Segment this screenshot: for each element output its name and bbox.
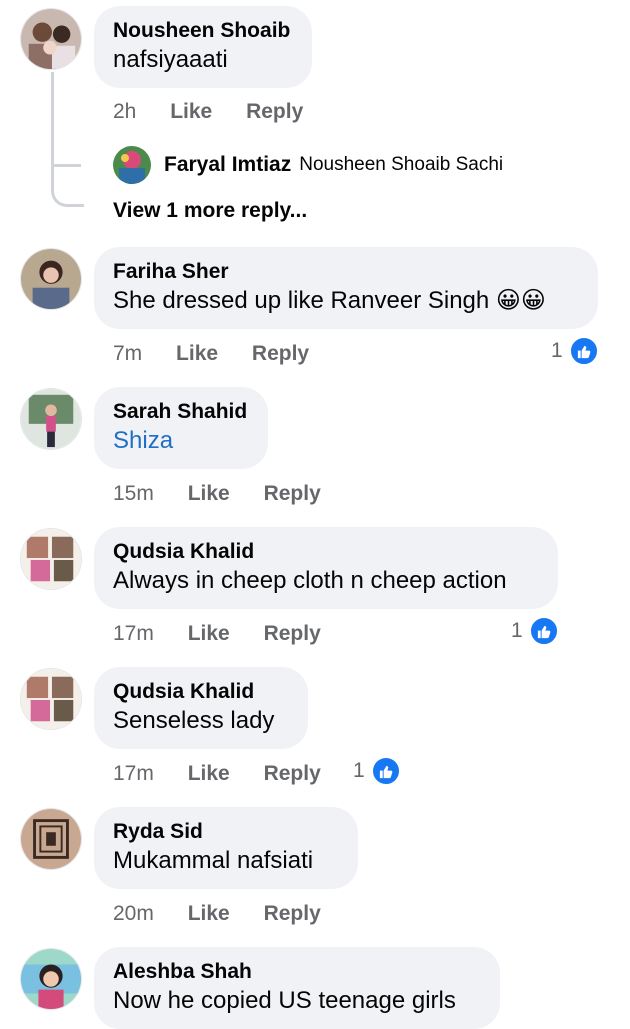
like-button[interactable]: Like	[188, 482, 230, 505]
comment-time[interactable]: 7m	[113, 342, 142, 365]
comment-text: nafsiyaaati	[113, 46, 228, 73]
like-button[interactable]: Like	[188, 762, 230, 785]
comment-author[interactable]: Ryda Sid	[113, 819, 338, 845]
comment-author[interactable]: Fariha Sher	[113, 259, 578, 285]
comment-bubble: Fariha Sher She dressed up like Ranveer …	[94, 247, 598, 329]
comment-text: Now he copied US teenage girls	[113, 987, 456, 1014]
reply-button[interactable]: Reply	[252, 342, 309, 365]
avatar[interactable]	[20, 248, 82, 310]
thumbs-up-icon	[528, 616, 559, 646]
thread-line-branch	[54, 148, 81, 167]
like-button[interactable]: Like	[176, 342, 218, 365]
reaction-number: 1	[551, 339, 563, 362]
view-more-replies-link[interactable]: View 1 more reply...	[113, 199, 307, 223]
avatar[interactable]	[20, 388, 82, 450]
comment-actions: 7m Like Reply	[113, 341, 337, 367]
reply-button[interactable]: Reply	[264, 762, 321, 785]
reaction-number: 1	[511, 619, 523, 642]
comment-actions: 15m Like Reply	[113, 481, 349, 507]
comment-text: Mukammal nafsiati	[113, 847, 314, 874]
reaction-count[interactable]: 1	[511, 616, 559, 646]
comment-bubble: Qudsia Khalid Always in cheep cloth n ch…	[94, 527, 558, 609]
comment-author[interactable]: Nousheen Shoaib	[113, 18, 292, 44]
reaction-number: 1	[353, 759, 365, 782]
comment-actions: 20m Like Reply	[113, 901, 349, 927]
comment-text: She dressed up like Ranveer Singh 😀😀	[113, 287, 546, 314]
avatar[interactable]	[20, 528, 82, 590]
comment-bubble: Ryda Sid Mukammal nafsiati	[94, 807, 358, 889]
comment-actions: 2h Like Reply	[113, 99, 331, 125]
like-button[interactable]: Like	[170, 100, 212, 123]
comment-bubble: Nousheen Shoaib nafsiyaaati	[94, 6, 312, 88]
avatar[interactable]	[20, 948, 82, 1010]
thread-line	[51, 72, 84, 207]
avatar[interactable]	[20, 8, 82, 70]
thumbs-up-icon	[568, 336, 599, 366]
reply-button[interactable]: Reply	[246, 100, 303, 123]
comment-author[interactable]: Qudsia Khalid	[113, 539, 538, 565]
comment-bubble: Aleshba Shah Now he copied US teenage gi…	[94, 947, 500, 1029]
reaction-count[interactable]: 1	[353, 756, 401, 786]
comment-time[interactable]: 15m	[113, 482, 154, 505]
comment-author[interactable]: Sarah Shahid	[113, 399, 248, 425]
reply-preview[interactable]: Faryal Imtiaz Nousheen Shoaib Sachi	[113, 146, 503, 184]
like-button[interactable]: Like	[188, 902, 230, 925]
comment-time[interactable]: 2h	[113, 100, 136, 123]
comment-author[interactable]: Qudsia Khalid	[113, 679, 288, 705]
avatar[interactable]	[20, 668, 82, 730]
comment-time[interactable]: 20m	[113, 902, 154, 925]
comment-author[interactable]: Aleshba Shah	[113, 959, 480, 985]
thumbs-up-icon	[370, 756, 401, 786]
comment-text: Always in cheep cloth n cheep action	[113, 567, 507, 594]
reply-author[interactable]: Faryal Imtiaz	[164, 153, 291, 177]
comment-actions: 17m Like Reply	[113, 761, 349, 787]
comment-actions: 17m Like Reply	[113, 621, 349, 647]
tagged-user-link[interactable]: Shiza	[113, 425, 248, 457]
like-button[interactable]: Like	[188, 622, 230, 645]
comment-bubble: Qudsia Khalid Senseless lady	[94, 667, 308, 749]
reaction-count[interactable]: 1	[551, 336, 599, 366]
reply-button[interactable]: Reply	[264, 902, 321, 925]
comment-time[interactable]: 17m	[113, 762, 154, 785]
comment-time[interactable]: 17m	[113, 622, 154, 645]
comment-bubble: Sarah Shahid Shiza	[94, 387, 268, 469]
reply-avatar	[113, 146, 151, 184]
comment-text: Senseless lady	[113, 707, 275, 734]
reply-button[interactable]: Reply	[264, 482, 321, 505]
reply-text: Nousheen Shoaib Sachi	[299, 154, 504, 175]
reply-button[interactable]: Reply	[264, 622, 321, 645]
avatar[interactable]	[20, 808, 82, 870]
